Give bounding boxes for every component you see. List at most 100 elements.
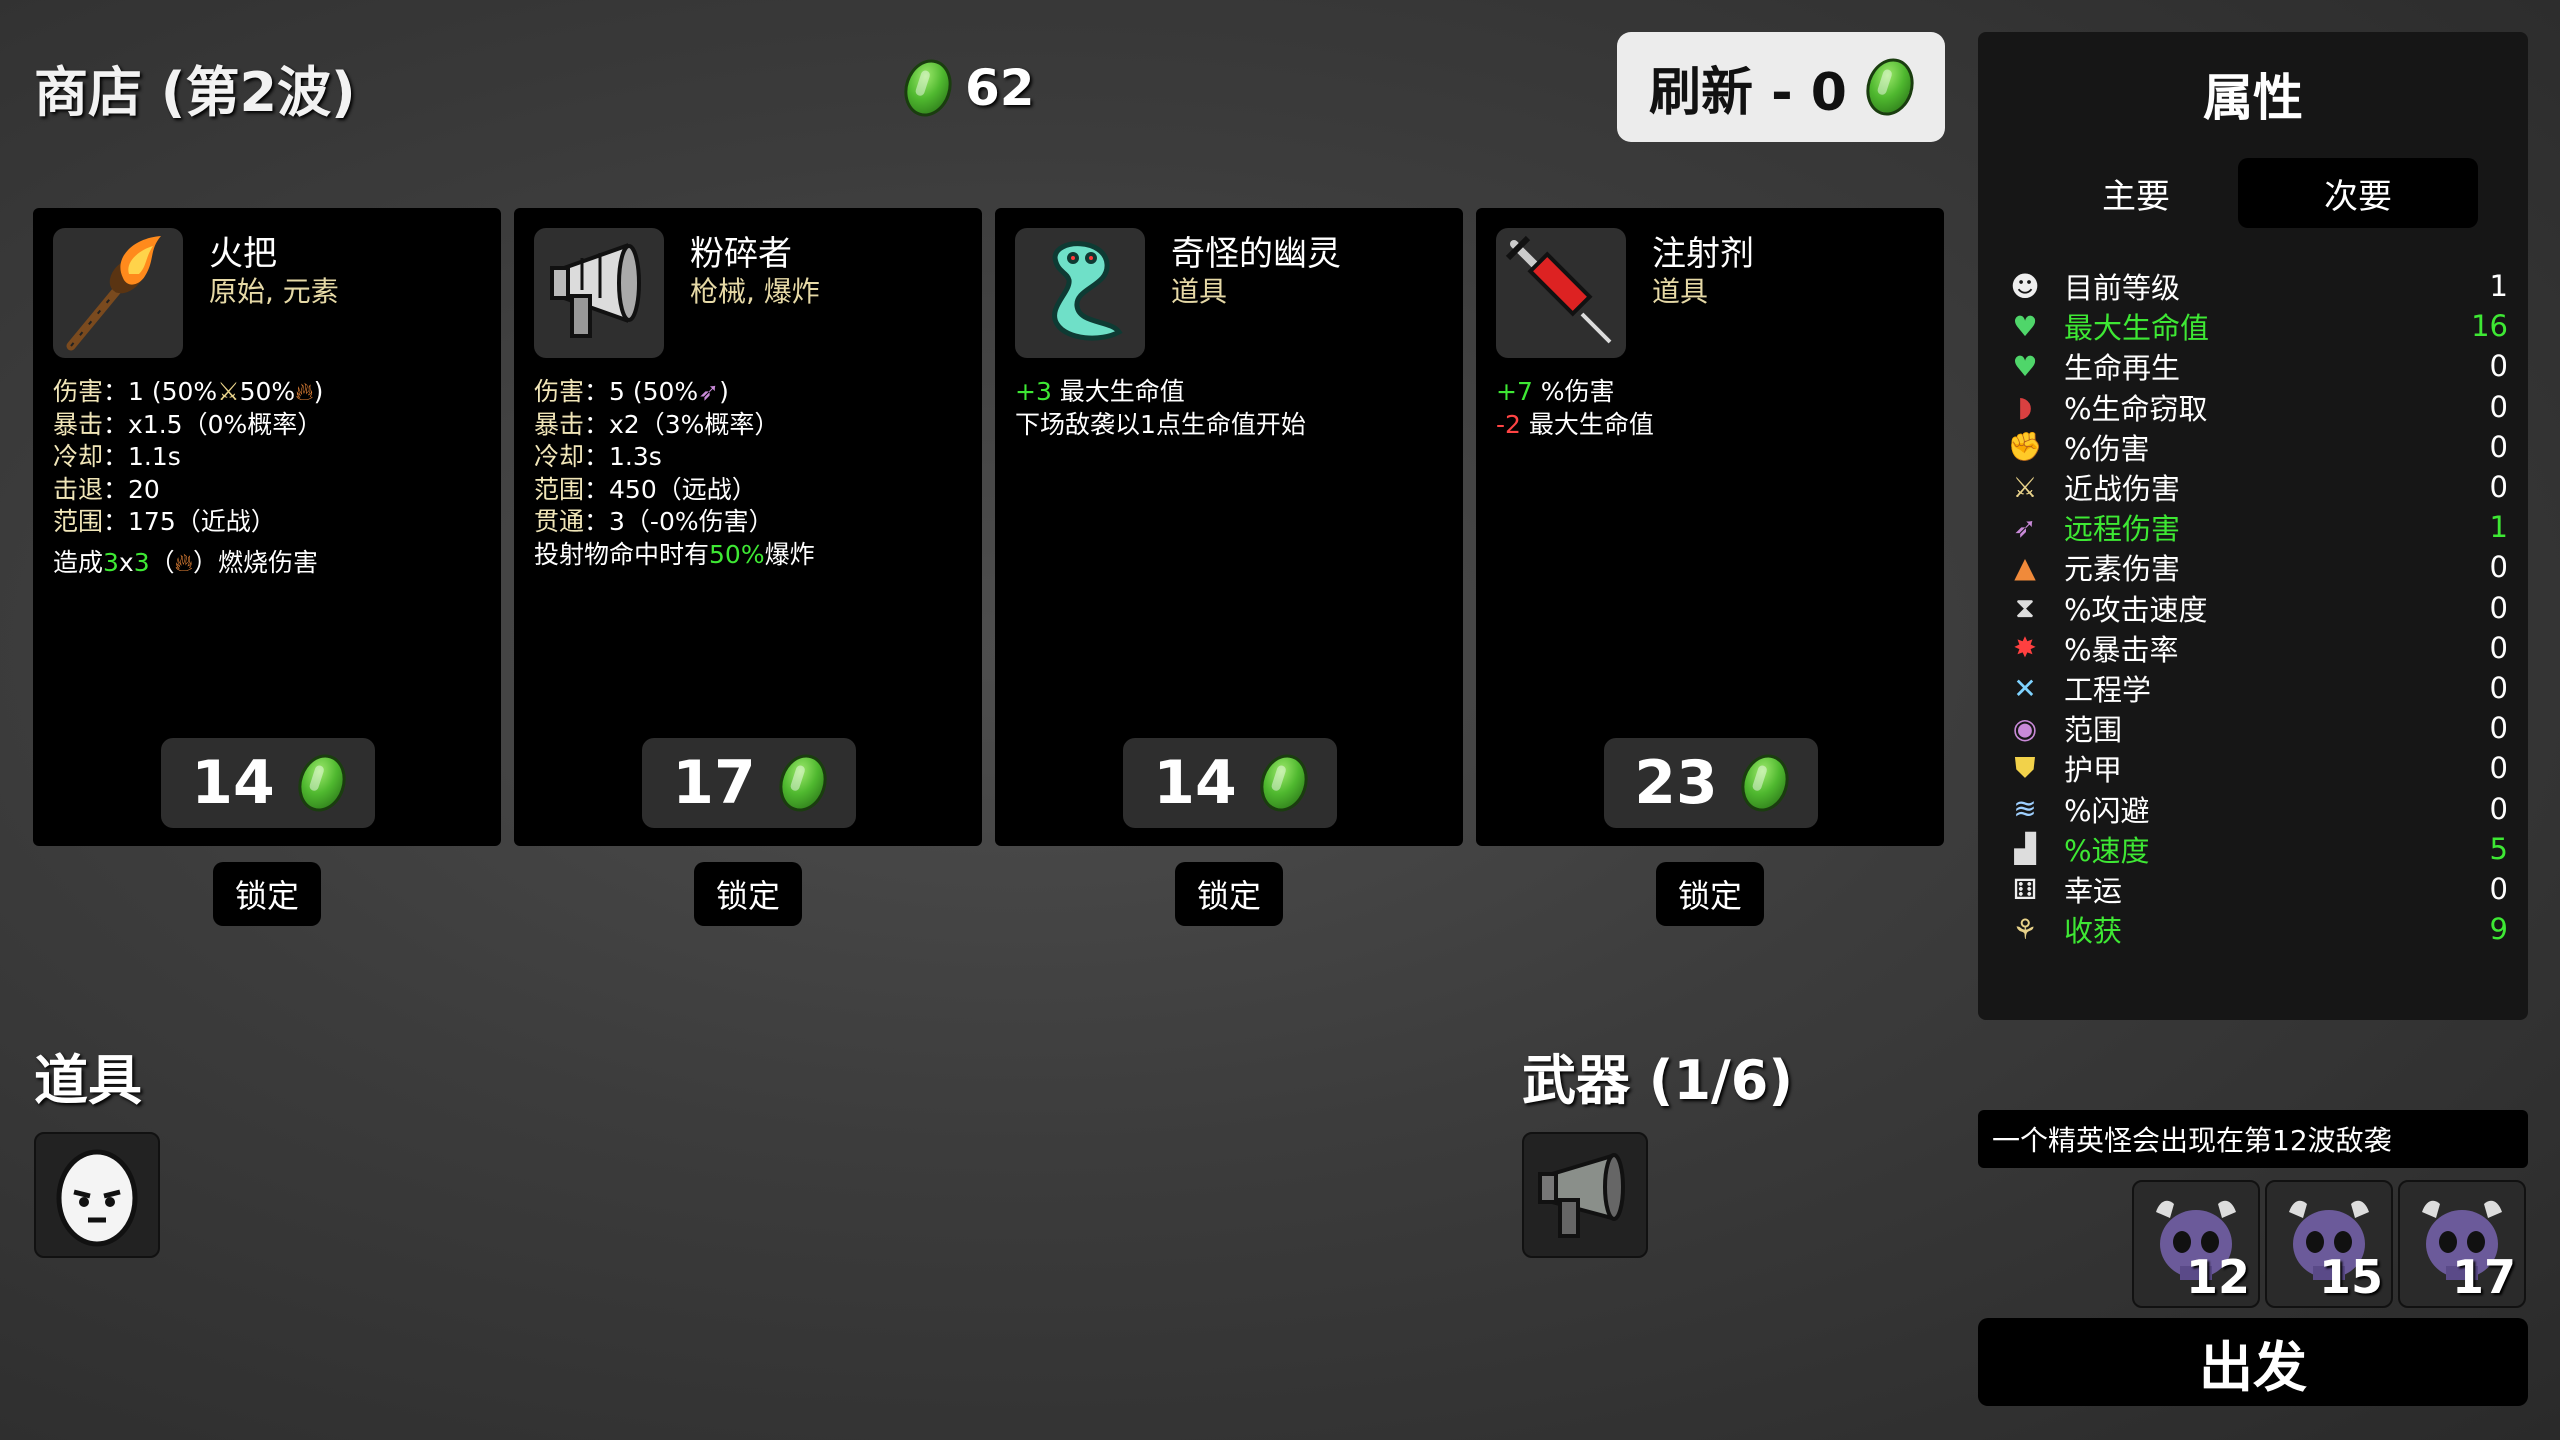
elite-wave-indicator: 12 (2132, 1180, 2260, 1308)
shop-item-card[interactable]: 粉碎者 枪械, 爆炸 伤害：5 (50%➶) 暴击：x2（3%概率） 冷却：1.… (514, 208, 982, 846)
item-stats: 伤害：5 (50%➶) 暴击：x2（3%概率） 冷却：1.3s 范围：450（远… (534, 376, 815, 571)
stat-value: 16 (2471, 309, 2508, 344)
price-tag[interactable]: 17 (642, 738, 856, 828)
effect-line: 下场敌袭以1点生命值开始 (1015, 409, 1306, 439)
material-icon (771, 748, 834, 818)
item-effects: +7 %伤害 -2 最大生命值 (1496, 376, 1654, 441)
stat-line: 范围：175（近战） (53, 507, 276, 536)
effect-line: +7 %伤害 (1496, 377, 1615, 406)
stat-value: 0 (2489, 711, 2508, 746)
stat-label: 工程学 (2064, 673, 2152, 707)
wave-number: 12 (2185, 1250, 2250, 1304)
stat-row: ▟ %速度 5 (2008, 829, 2508, 869)
tab-secondary[interactable]: 次要 (2238, 158, 2478, 228)
price-value: 23 (1634, 748, 1718, 818)
price-tag[interactable]: 14 (1123, 738, 1337, 828)
lock-button[interactable]: 锁定 (1175, 862, 1283, 926)
stat-value: 0 (2489, 429, 2508, 464)
stat-line: 暴击：x1.5（0%概率） (53, 409, 323, 439)
effect-line: 投射物命中时有50%爆炸 (534, 539, 815, 569)
material-icon (290, 748, 353, 818)
price-value: 14 (1153, 748, 1237, 818)
stat-line: 冷却：1.3s (534, 442, 662, 471)
elite-wave-indicator: 15 (2265, 1180, 2393, 1308)
shop-item-card[interactable]: 火把 原始, 元素 伤害：1 (50%⚔50%🔥︎) 暴击：x1.5（0%概率）… (33, 208, 501, 846)
weapon-slot[interactable] (1522, 1132, 1648, 1258)
stat-value: 0 (2489, 791, 2508, 826)
stat-label: 元素伤害 (2064, 552, 2181, 587)
stats-panel-title: 属性 (2203, 69, 2303, 127)
stat-line: 伤害：1 (50%⚔50%🔥︎) (53, 377, 324, 406)
lock-button[interactable]: 锁定 (694, 862, 802, 926)
item-effects: +3 最大生命值 下场敌袭以1点生命值开始 (1015, 376, 1306, 441)
stat-value: 0 (2489, 550, 2508, 585)
stat-value: 0 (2489, 671, 2508, 705)
stat-line: 冷却：1.1s (53, 442, 181, 471)
price-value: 14 (191, 748, 275, 818)
level-icon: ☻ (2010, 269, 2040, 303)
material-icon (1859, 52, 1921, 122)
megaphone-gun-icon (534, 228, 664, 358)
material-icon (1252, 748, 1315, 818)
stat-label: 远程伤害 (2064, 512, 2181, 547)
stat-label: 最大生命值 (2064, 311, 2210, 346)
item-name: 粉碎者 (690, 234, 792, 274)
megaphone-gun-icon (1538, 1153, 1625, 1238)
stat-label: %速度 (2064, 833, 2150, 868)
stat-value: 0 (2489, 389, 2508, 424)
price-tag[interactable]: 23 (1604, 738, 1818, 828)
stat-row: ☻ 目前等级 1 (2008, 266, 2508, 306)
stat-row: ➶ 远程伤害 1 (2008, 507, 2508, 547)
item-tags: 枪械, 爆炸 (690, 275, 820, 308)
stat-label: 范围 (2064, 713, 2123, 748)
wave-number: 15 (2318, 1250, 2383, 1304)
stat-value: 1 (2489, 269, 2508, 303)
heart-plus-icon: ♥ (2012, 349, 2038, 383)
stat-label: 护甲 (2064, 753, 2123, 788)
dice-icon: ⚅ (2012, 872, 2038, 906)
item-name: 火把 (209, 234, 277, 274)
lock-button[interactable]: 锁定 (213, 862, 321, 926)
stat-label: %伤害 (2064, 431, 2150, 466)
shop-item-card[interactable]: 奇怪的幽灵 道具 +3 最大生命值 下场敌袭以1点生命值开始 14 (995, 208, 1463, 846)
stat-label: %攻击速度 (2064, 592, 2208, 627)
materials-amount: 62 (965, 59, 1035, 117)
dodge-icon: ≋ (2013, 792, 2037, 826)
stat-row: ⧗ %攻击速度 0 (2008, 588, 2508, 628)
syringe-icon (1496, 228, 1626, 358)
item-tags: 道具 (1171, 275, 1228, 308)
stat-label: 生命再生 (2064, 351, 2181, 386)
stat-line: 伤害：5 (50%➶) (534, 377, 729, 406)
flame-icon: ▲ (2014, 550, 2036, 584)
stat-value: 9 (2489, 912, 2508, 947)
stat-row: ⚅ 幸运 0 (2008, 869, 2508, 909)
material-icon (1733, 748, 1796, 818)
price-tag[interactable]: 14 (161, 738, 375, 828)
ghost-icon (1015, 228, 1145, 358)
shield-icon: ⛊ (2014, 751, 2036, 785)
stat-value: 5 (2489, 831, 2508, 866)
lock-button[interactable]: 锁定 (1656, 862, 1764, 926)
flame-icon: 🔥︎ (295, 377, 314, 406)
stat-label: %闪避 (2064, 793, 2150, 828)
elite-notice: 一个精英怪会出现在第12波敌袭 (1978, 1110, 2528, 1168)
effect-line: 造成3x3（🔥︎）燃烧伤害 (53, 547, 319, 577)
crit-icon: ✸ (2013, 631, 2037, 665)
reroll-button[interactable]: 刷新 - 0 (1617, 32, 1945, 142)
stat-value: 0 (2489, 872, 2508, 906)
reroll-label: 刷新 - 0 (1649, 62, 1847, 123)
tab-primary[interactable]: 主要 (2016, 158, 2256, 228)
item-tags: 原始, 元素 (209, 275, 339, 308)
stat-line: 击退：20 (53, 474, 160, 504)
go-button[interactable]: 出发 (1978, 1318, 2528, 1406)
stat-row: ✕ 工程学 0 (2008, 668, 2508, 708)
shop-item-card[interactable]: 注射剂 道具 +7 %伤害 -2 最大生命值 23 (1476, 208, 1944, 846)
item-slot[interactable] (34, 1132, 160, 1258)
stat-line: 范围：450（远战） (534, 474, 757, 504)
items-section-title: 道具 (34, 1049, 142, 1112)
price-value: 17 (672, 748, 756, 818)
sword-icon: ⚔ (2012, 470, 2038, 504)
stat-line: 暴击：x2（3%概率） (534, 409, 780, 439)
item-name: 奇怪的幽灵 (1171, 234, 1341, 274)
stat-row: ◗ %生命窃取 0 (2008, 387, 2508, 427)
